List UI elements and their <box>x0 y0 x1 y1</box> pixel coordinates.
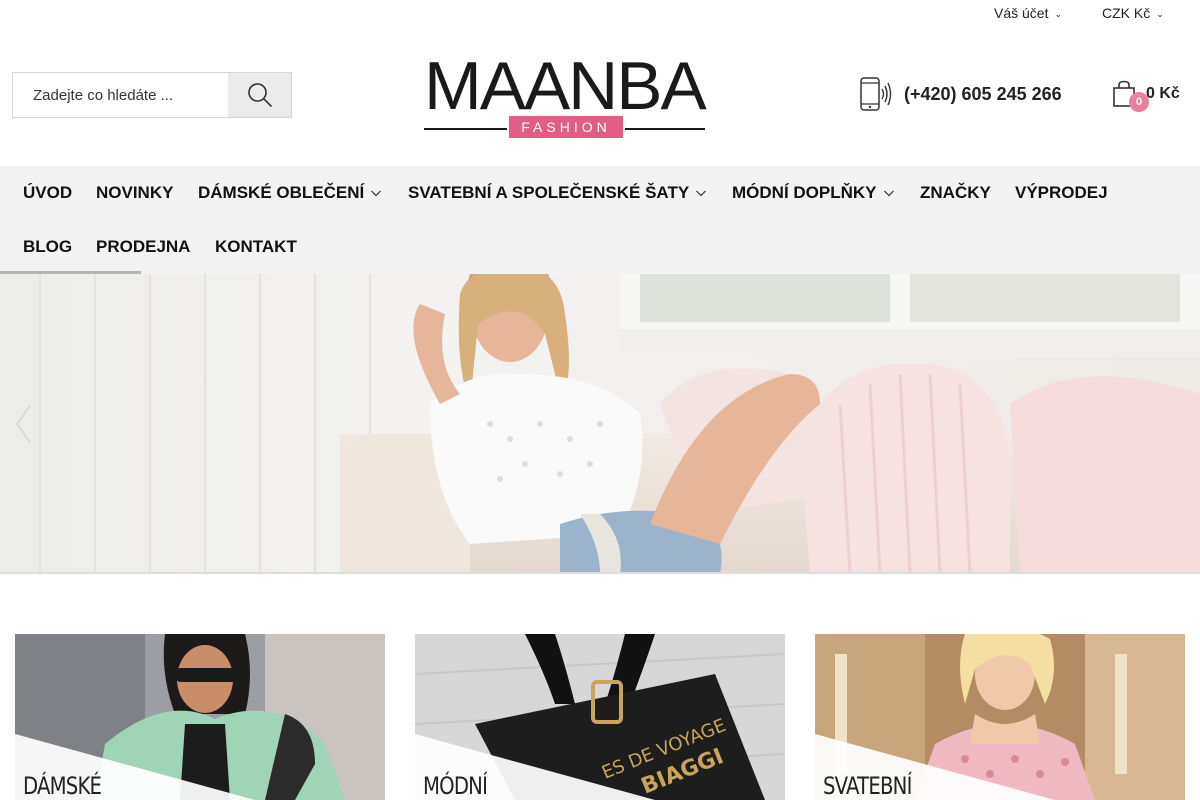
nav-item-label: BLOG <box>23 237 73 256</box>
nav-item-label: ZNAČKY <box>920 183 991 202</box>
chevron-down-icon <box>883 190 894 197</box>
hero-slider[interactable] <box>0 274 1200 574</box>
chevron-down-icon <box>371 190 382 197</box>
nav-item-prodejna[interactable]: PRODEJNA <box>96 237 190 257</box>
search-button[interactable] <box>228 73 291 117</box>
account-label: Váš účet <box>994 5 1049 21</box>
nav-item-label: ÚVOD <box>23 183 73 202</box>
currency-menu[interactable]: CZK Kč ⌄ <box>1102 5 1164 21</box>
nav-item-novinky[interactable]: NOVINKY <box>96 183 173 203</box>
nav-item-uvod[interactable]: ÚVOD <box>23 183 72 203</box>
nav-item-label: DÁMSKÉ OBLEČENÍ <box>198 183 365 202</box>
cart-button[interactable]: 0 0 Kč <box>1112 80 1180 112</box>
search-input[interactable] <box>13 73 228 117</box>
currency-label: CZK Kč <box>1102 5 1151 21</box>
nav-item-label: SVATEBNÍ A SPOLEČENSKÉ ŠATY <box>408 183 690 202</box>
chevron-down-icon <box>696 190 707 197</box>
phone-number: (+420) 605 245 266 <box>904 83 1062 104</box>
chevron-down-icon: ⌄ <box>1156 8 1164 19</box>
nav-item-label: MÓDNÍ DOPLŇKY <box>732 183 877 202</box>
nav-item-label: PRODEJNA <box>96 237 191 256</box>
cart-total: 0 Kč <box>1146 85 1180 102</box>
nav-item-damske-obleceni[interactable]: DÁMSKÉ OBLEČENÍ <box>198 183 382 203</box>
cart-count-badge: 0 <box>1129 92 1149 112</box>
phone-contact[interactable]: (+420) 605 245 266 <box>858 76 1062 112</box>
logo-main: MAANBA <box>424 48 707 124</box>
nav-item-znacky[interactable]: ZNAČKY <box>920 183 991 203</box>
nav-item-kontakt[interactable]: KONTAKT <box>215 237 297 257</box>
search-icon <box>247 83 272 108</box>
logo-rule-left <box>424 128 507 130</box>
logo-rule-right <box>625 128 705 130</box>
nav-item-label: VÝPRODEJ <box>1015 183 1108 202</box>
category-label: MÓDNÍ <box>423 772 488 800</box>
search-form <box>12 72 292 118</box>
logo-sub: FASHION <box>509 116 623 138</box>
nav-item-blog[interactable]: BLOG <box>23 237 72 257</box>
category-tile-svatebni[interactable]: SVATEBNÍ <box>815 634 1185 800</box>
main-nav: ÚVOD NOVINKY DÁMSKÉ OBLEČENÍ SVATEBNÍ A … <box>0 166 1200 275</box>
hero-banner-image <box>0 274 1200 572</box>
nav-item-vyprodej[interactable]: VÝPRODEJ <box>1015 183 1108 203</box>
category-tile-modni[interactable]: ES DE VOYAGE BIAGGI MÓDNÍ <box>415 634 785 800</box>
category-tile-damske[interactable]: DÁMSKÉ <box>15 634 385 800</box>
account-menu[interactable]: Váš účet ⌄ <box>994 5 1062 21</box>
category-label: SVATEBNÍ <box>823 772 912 800</box>
category-label: DÁMSKÉ <box>23 772 102 800</box>
nav-item-label: NOVINKY <box>96 183 174 202</box>
chevron-left-icon[interactable] <box>14 404 34 444</box>
nav-item-svatebni-saty[interactable]: SVATEBNÍ A SPOLEČENSKÉ ŠATY <box>408 183 707 203</box>
phone-icon <box>860 77 892 111</box>
chevron-down-icon: ⌄ <box>1054 8 1063 19</box>
nav-item-modni-doplnky[interactable]: MÓDNÍ DOPLŇKY <box>732 183 895 203</box>
site-logo[interactable]: MAANBA FASHION <box>420 52 710 142</box>
top-bar: Váš účet ⌄ CZK Kč ⌄ <box>0 0 1200 26</box>
nav-item-label: KONTAKT <box>215 237 297 256</box>
